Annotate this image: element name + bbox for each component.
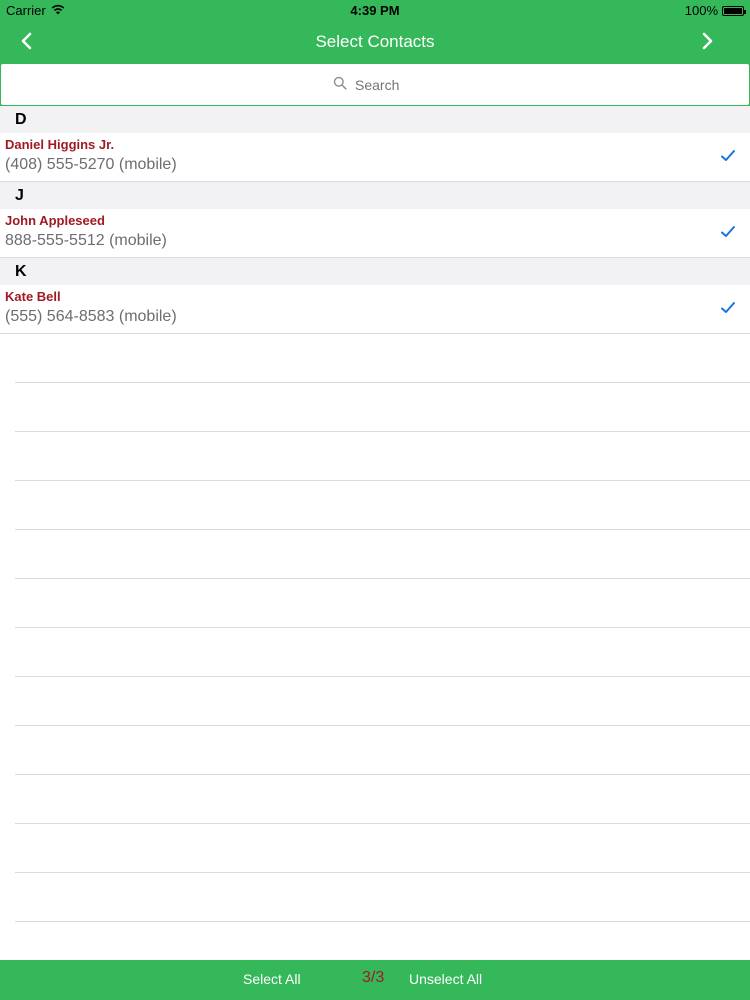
bottom-toolbar: Select All 3/3 Unselect All [0, 960, 750, 1000]
empty-row [15, 432, 750, 481]
section-header-k: K [0, 258, 750, 285]
empty-row [15, 530, 750, 579]
page-title: Select Contacts [315, 32, 435, 51]
empty-row [15, 873, 750, 922]
unselect-all-button[interactable]: Unselect All [409, 971, 482, 987]
search-input[interactable] [353, 75, 417, 94]
battery-icon [722, 5, 746, 16]
selection-count: 3/3 [362, 969, 385, 986]
empty-row [15, 775, 750, 824]
contact-name: John Appleseed [5, 213, 105, 228]
checkmark-icon [720, 148, 736, 164]
empty-row [15, 334, 750, 383]
empty-row [15, 481, 750, 530]
status-time: 4:39 PM [350, 3, 400, 18]
empty-row [15, 824, 750, 873]
contact-row[interactable]: John Appleseed 888-555-5512 (mobile) [0, 209, 750, 258]
contact-phone: (408) 555-5270 (mobile) [5, 156, 177, 173]
checkmark-icon [720, 224, 736, 240]
empty-rows [0, 334, 750, 922]
navigation-bar: Select Contacts [0, 22, 750, 63]
contact-phone: (555) 564-8583 (mobile) [5, 308, 177, 325]
contact-name: Kate Bell [5, 289, 61, 304]
empty-row [15, 726, 750, 775]
contact-name: Daniel Higgins Jr. [5, 137, 115, 152]
status-bar: Carrier 4:39 PM 100% [0, 0, 750, 22]
empty-row [15, 383, 750, 432]
select-all-button[interactable]: Select All [243, 971, 301, 987]
contact-row[interactable]: Daniel Higgins Jr. (408) 555-5270 (mobil… [0, 133, 750, 182]
section-header-j: J [0, 182, 750, 209]
forward-button[interactable] [694, 30, 722, 56]
checkmark-icon [720, 300, 736, 316]
battery-percent: 100% [684, 3, 718, 18]
status-right: 100% [684, 3, 746, 18]
contact-phone: 888-555-5512 (mobile) [5, 232, 167, 249]
contact-list: D Daniel Higgins Jr. (408) 555-5270 (mob… [0, 106, 750, 922]
search-field[interactable] [1, 64, 749, 105]
search-bar [0, 63, 750, 106]
empty-row [15, 677, 750, 726]
section-header-d: D [0, 106, 750, 133]
chevron-right-icon [702, 32, 714, 55]
search-icon [333, 76, 347, 93]
empty-row [15, 628, 750, 677]
contact-row[interactable]: Kate Bell (555) 564-8583 (mobile) [0, 285, 750, 334]
empty-row [15, 579, 750, 628]
